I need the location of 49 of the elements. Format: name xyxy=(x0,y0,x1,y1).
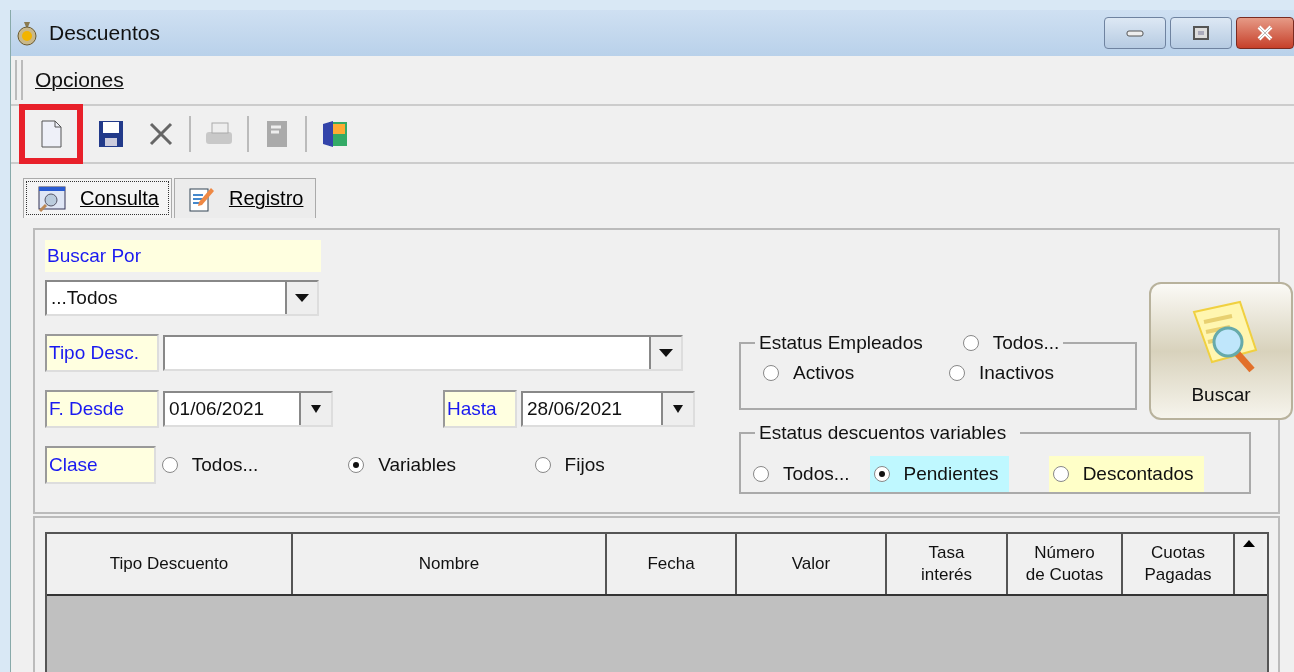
group-title: Estatus Empleados xyxy=(759,332,923,354)
field-label: Buscar Por xyxy=(45,240,321,272)
close-button[interactable] xyxy=(1236,17,1294,49)
radio-button[interactable] xyxy=(873,466,890,482)
radio-option[interactable]: Todos... xyxy=(962,332,1060,354)
menu-grip xyxy=(15,60,23,100)
radio-option[interactable]: Todos... xyxy=(161,454,345,476)
field-label: Hasta xyxy=(443,390,517,428)
minimize-button[interactable] xyxy=(1104,17,1166,49)
radio-button[interactable] xyxy=(949,365,965,381)
document-icon xyxy=(39,120,63,148)
tab[interactable]: Registro xyxy=(173,178,317,218)
minimize-icon xyxy=(1124,28,1146,38)
field-label: F. Desde xyxy=(45,390,159,428)
field-label: Clase xyxy=(45,446,156,484)
radio-option[interactable]: Pendientes xyxy=(869,456,1009,492)
scroll-up-arrow-icon xyxy=(1243,540,1255,547)
radio-option[interactable]: Descontados xyxy=(1048,456,1204,492)
radio-button[interactable] xyxy=(1052,466,1069,482)
dropdown-field[interactable]: ...Todos xyxy=(45,280,319,316)
radio-button[interactable] xyxy=(348,457,365,473)
cross-icon xyxy=(148,121,174,147)
dropdown-field[interactable] xyxy=(163,335,683,371)
radio-option[interactable]: Inactivos xyxy=(949,362,1135,384)
group-title: Estatus descuentos variables xyxy=(759,422,1008,444)
radio-button[interactable] xyxy=(962,335,979,351)
money-bag-icon xyxy=(15,20,39,46)
date-field[interactable]: 28/06/2021 xyxy=(521,391,695,427)
date-field[interactable]: 01/06/2021 xyxy=(163,391,333,427)
maximize-button[interactable] xyxy=(1170,17,1232,49)
radio-button[interactable] xyxy=(161,457,178,473)
tab[interactable]: Consulta xyxy=(23,178,172,218)
radio-button[interactable] xyxy=(753,466,769,482)
radio-option[interactable]: Todos... xyxy=(753,456,860,492)
highlighted-toolbar-button[interactable] xyxy=(19,104,83,164)
search-button[interactable]: Buscar xyxy=(1149,282,1293,420)
field-label: Tipo Desc. xyxy=(45,334,159,372)
radio-option[interactable]: Activos xyxy=(763,362,949,384)
page-icon xyxy=(265,119,289,149)
menu-item[interactable]: Opciones xyxy=(35,68,124,92)
radio-button[interactable] xyxy=(534,457,551,473)
door-icon xyxy=(320,119,350,149)
window-magnifier-icon xyxy=(36,184,66,213)
close-icon xyxy=(1255,25,1275,41)
radio-option[interactable]: Variables xyxy=(348,454,531,476)
radio-button[interactable] xyxy=(763,365,779,381)
window-title: Descuentos xyxy=(49,21,160,45)
radio-option[interactable]: Fijos xyxy=(534,454,717,476)
maximize-icon xyxy=(1193,26,1209,40)
